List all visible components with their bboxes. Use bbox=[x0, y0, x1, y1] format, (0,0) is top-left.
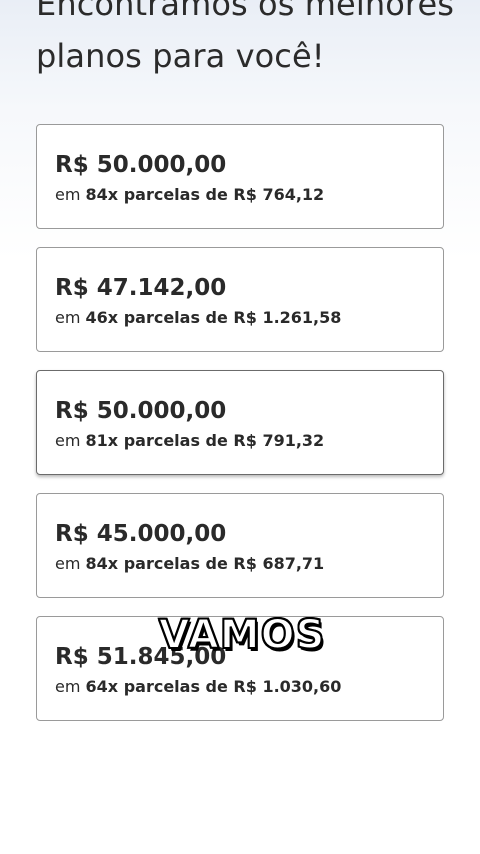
plan-option[interactable]: R$ 47.142,00 em 46x parcelas de R$ 1.261… bbox=[36, 247, 444, 352]
plan-installments: em 84x parcelas de R$ 687,71 bbox=[55, 553, 425, 575]
installments-details: 84x parcelas de R$ 687,71 bbox=[85, 554, 325, 573]
installments-prefix: em bbox=[55, 185, 81, 204]
installments-details: 84x parcelas de R$ 764,12 bbox=[85, 185, 325, 204]
plan-option-selected[interactable]: R$ 50.000,00 em 81x parcelas de R$ 791,3… bbox=[36, 370, 444, 475]
plan-installments: em 84x parcelas de R$ 764,12 bbox=[55, 184, 425, 206]
plan-amount: R$ 45.000,00 bbox=[55, 521, 227, 547]
plan-amount: R$ 50.000,00 bbox=[55, 398, 227, 424]
installments-prefix: em bbox=[55, 677, 81, 696]
installments-details: 46x parcelas de R$ 1.261,58 bbox=[85, 308, 342, 327]
plan-amount: R$ 50.000,00 bbox=[55, 152, 227, 178]
installments-details: 64x parcelas de R$ 1.030,60 bbox=[85, 677, 342, 696]
plan-option[interactable]: R$ 50.000,00 em 84x parcelas de R$ 764,1… bbox=[36, 124, 444, 229]
plan-amount: R$ 47.142,00 bbox=[55, 275, 227, 301]
page-title-line-1: Encontramos os melhores bbox=[36, 0, 455, 23]
plan-installments: em 64x parcelas de R$ 1.030,60 bbox=[55, 676, 425, 698]
installments-prefix: em bbox=[55, 308, 81, 327]
page-title-line-2: planos para você! bbox=[36, 37, 325, 75]
installments-details: 81x parcelas de R$ 791,32 bbox=[85, 431, 325, 450]
plan-installments: em 81x parcelas de R$ 791,32 bbox=[55, 430, 425, 452]
page-title: Encontramos os melhores planos para você… bbox=[36, 0, 456, 82]
installments-prefix: em bbox=[55, 554, 81, 573]
video-caption-overlay: VAMOS bbox=[158, 611, 326, 659]
plan-option[interactable]: R$ 45.000,00 em 84x parcelas de R$ 687,7… bbox=[36, 493, 444, 598]
plan-installments: em 46x parcelas de R$ 1.261,58 bbox=[55, 307, 425, 329]
installments-prefix: em bbox=[55, 431, 81, 450]
